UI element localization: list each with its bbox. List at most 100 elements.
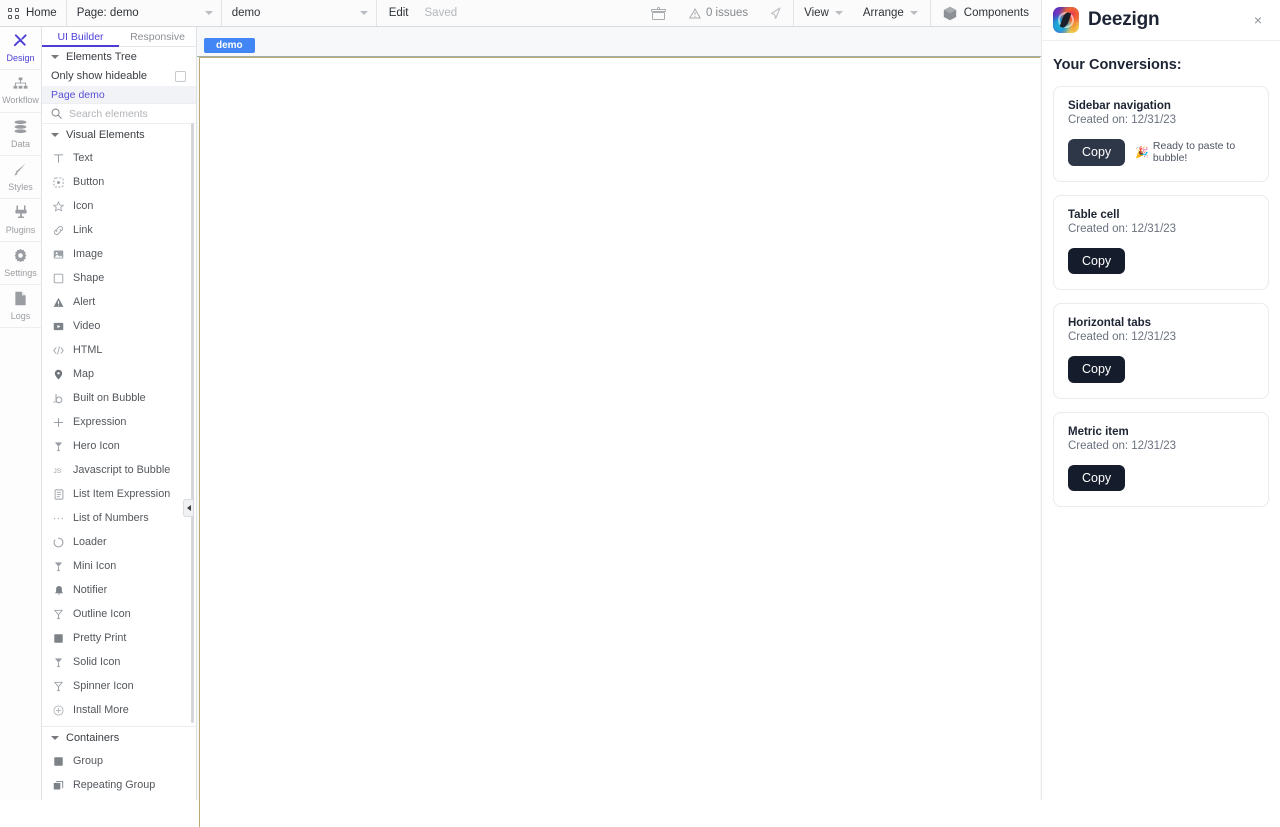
element-palette-item[interactable]: Text xyxy=(42,146,196,170)
element-palette-item[interactable]: Link xyxy=(42,218,196,242)
element-palette-item[interactable]: Built on Bubble xyxy=(42,386,196,410)
search-elements-row xyxy=(42,103,196,124)
element-palette-item[interactable]: Button xyxy=(42,170,196,194)
element-palette-item-label: Video xyxy=(73,320,101,332)
sidebar-item-settings[interactable]: Settings xyxy=(0,242,41,285)
only-show-hideable-row[interactable]: Only show hideable xyxy=(42,66,196,86)
sidebar-item-design[interactable]: Design xyxy=(0,27,41,70)
element-palette-item[interactable]: Mini Icon xyxy=(42,554,196,578)
styles-icon xyxy=(13,162,28,179)
code-icon xyxy=(53,345,64,356)
element-palette-item[interactable]: JS Javascript to Bubble xyxy=(42,458,196,482)
conversion-card-created: Created on: 12/31/23 xyxy=(1068,222,1177,235)
element-palette-item[interactable]: Image xyxy=(42,242,196,266)
deezign-header: Deezign × xyxy=(1042,0,1280,41)
only-show-hideable-checkbox[interactable] xyxy=(175,70,186,82)
elements-tree-section-header[interactable]: Elements Tree xyxy=(42,47,196,66)
canvas-page-tag[interactable]: demo xyxy=(204,38,255,53)
tab-responsive[interactable]: Responsive xyxy=(119,27,196,47)
containers-section-header[interactable]: Containers xyxy=(42,727,196,749)
repeating-group-icon xyxy=(53,780,64,791)
chevron-down-icon xyxy=(51,133,59,137)
element-palette-item[interactable]: Install More xyxy=(42,698,196,722)
conversion-card-created: Created on: 12/31/23 xyxy=(1068,439,1177,452)
svg-text:JS: JS xyxy=(53,468,61,475)
element-palette-item-label: Javascript to Bubble xyxy=(73,464,171,476)
conversion-card: Table cell Created on: 12/31/23 Copy xyxy=(1053,194,1269,290)
element-palette-item[interactable]: Repeating Group xyxy=(42,773,196,797)
element-palette-item[interactable]: List of Numbers xyxy=(42,506,196,530)
edit-button[interactable]: Edit xyxy=(377,0,417,26)
conversion-card: Metric item Created on: 12/31/23 Copy xyxy=(1053,411,1269,507)
home-button[interactable]: Home xyxy=(0,0,67,26)
left-panel: UI Builder Responsive Elements Tree Only… xyxy=(42,27,197,800)
search-input[interactable] xyxy=(69,107,179,120)
element-palette-item[interactable]: Group xyxy=(42,749,196,773)
tree-node-page-demo[interactable]: Page demo xyxy=(42,86,196,103)
conversions-list: Sidebar navigation Created on: 12/31/23 Co… xyxy=(1053,86,1269,507)
left-panel-scrollbar[interactable] xyxy=(191,123,194,723)
collapse-panel-handle[interactable] xyxy=(183,499,193,517)
canvas-page-surface[interactable] xyxy=(199,57,1040,827)
install-more-icon xyxy=(53,704,64,716)
sidebar-item-data[interactable]: Data xyxy=(0,113,41,156)
containers-list: Group Repeating Group xyxy=(42,749,196,797)
element-palette-item-label: Loader xyxy=(73,536,107,548)
conversion-card: Horizontal tabs Created on: 12/31/23 Copy xyxy=(1053,303,1269,399)
element-palette-item[interactable]: Expression xyxy=(42,410,196,434)
issues-indicator[interactable]: 0 issues xyxy=(675,0,758,26)
element-palette-item-label: Text xyxy=(73,152,93,164)
view-menu[interactable]: View xyxy=(794,0,853,26)
gift-button[interactable] xyxy=(642,0,675,26)
cursor-tool-button[interactable] xyxy=(758,0,795,26)
conversion-card: Sidebar navigation Created on: 12/31/23 Co… xyxy=(1053,86,1269,182)
page-selector[interactable]: Page: demo xyxy=(67,0,222,26)
sidebar-item-styles[interactable]: Styles xyxy=(0,156,41,199)
copy-button[interactable]: Copy xyxy=(1068,464,1126,491)
element-palette-item[interactable]: List Item Expression xyxy=(42,482,196,506)
sidebar-item-workflow[interactable]: Workflow xyxy=(0,70,41,113)
sidebar-item-logs[interactable]: Logs xyxy=(0,285,41,328)
components-button[interactable]: Components xyxy=(931,0,1041,26)
conversion-card-created: Created on: 12/31/23 xyxy=(1068,114,1177,126)
copy-button[interactable]: Copy xyxy=(1068,356,1126,383)
element-palette-item[interactable]: Map xyxy=(42,362,196,386)
element-palette-item[interactable]: Video xyxy=(42,314,196,338)
sidebar-item-plugins[interactable]: Plugins xyxy=(0,199,41,242)
tab-ui-builder[interactable]: UI Builder xyxy=(42,27,119,47)
element-selector[interactable]: demo xyxy=(222,0,377,26)
cursor-icon xyxy=(771,6,781,19)
element-palette-item[interactable]: Shape xyxy=(42,266,196,290)
element-palette-item[interactable]: Alert xyxy=(42,290,196,314)
element-palette-item-label: Pretty Print xyxy=(73,632,127,644)
elements-tree-label: Elements Tree xyxy=(66,50,137,63)
sidebar-item-label: Styles xyxy=(8,182,33,192)
party-popper-icon: 🎉 xyxy=(1135,146,1149,159)
element-palette-item[interactable]: Pretty Print xyxy=(42,626,196,650)
element-palette-item[interactable]: HTML xyxy=(42,338,196,362)
conversion-card-title: Table cell xyxy=(1068,208,1120,221)
close-icon[interactable]: × xyxy=(1250,12,1266,28)
arrange-menu[interactable]: Arrange xyxy=(853,0,931,26)
element-palette-item[interactable]: Outline Icon xyxy=(42,602,196,626)
conversion-card-title: Sidebar navigation xyxy=(1068,100,1171,112)
element-palette-item[interactable]: Hero Icon xyxy=(42,434,196,458)
copy-button[interactable]: Copy xyxy=(1068,247,1126,274)
deezign-title: Deezign xyxy=(1088,9,1160,30)
bell-icon xyxy=(53,585,64,596)
element-palette-item[interactable]: Solid Icon xyxy=(42,650,196,674)
plus-icon xyxy=(53,417,64,428)
element-palette-item[interactable]: Loader xyxy=(42,530,196,554)
video-icon xyxy=(53,321,64,332)
chevron-down-icon xyxy=(204,11,213,15)
element-palette-item-label: Solid Icon xyxy=(73,656,121,668)
canvas-area[interactable]: demo xyxy=(197,27,1041,827)
element-palette-item[interactable]: Icon xyxy=(42,194,196,218)
visual-elements-section-header[interactable]: Visual Elements xyxy=(42,124,196,146)
element-palette-item[interactable]: Spinner Icon xyxy=(42,674,196,698)
element-palette-item[interactable]: Notifier xyxy=(42,578,196,602)
copy-button[interactable]: Copy xyxy=(1068,139,1126,166)
element-palette-item-label: Shape xyxy=(73,272,105,284)
list-item-icon xyxy=(53,488,64,500)
warning-triangle-icon xyxy=(688,7,701,18)
